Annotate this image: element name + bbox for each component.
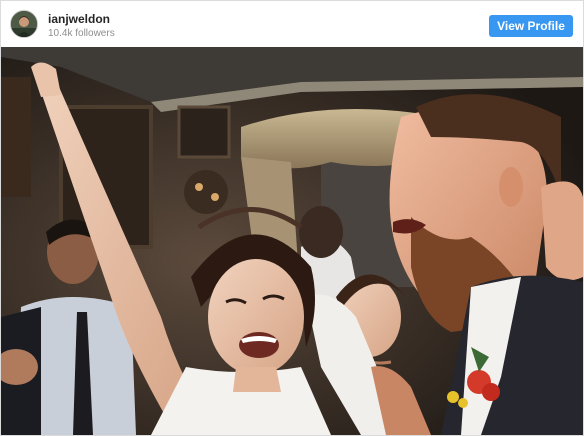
embed-header: ianjweldon 10.4k followers View Profile [1, 1, 583, 48]
avatar-image [11, 11, 37, 37]
post-photo[interactable] [1, 47, 583, 435]
avatar[interactable] [10, 10, 38, 38]
instagram-embed-card: ianjweldon 10.4k followers View Profile [0, 0, 584, 436]
view-profile-button[interactable]: View Profile [489, 15, 573, 37]
follower-count: 10.4k followers [48, 28, 115, 39]
party-photo [1, 47, 583, 435]
username[interactable]: ianjweldon [48, 12, 110, 26]
